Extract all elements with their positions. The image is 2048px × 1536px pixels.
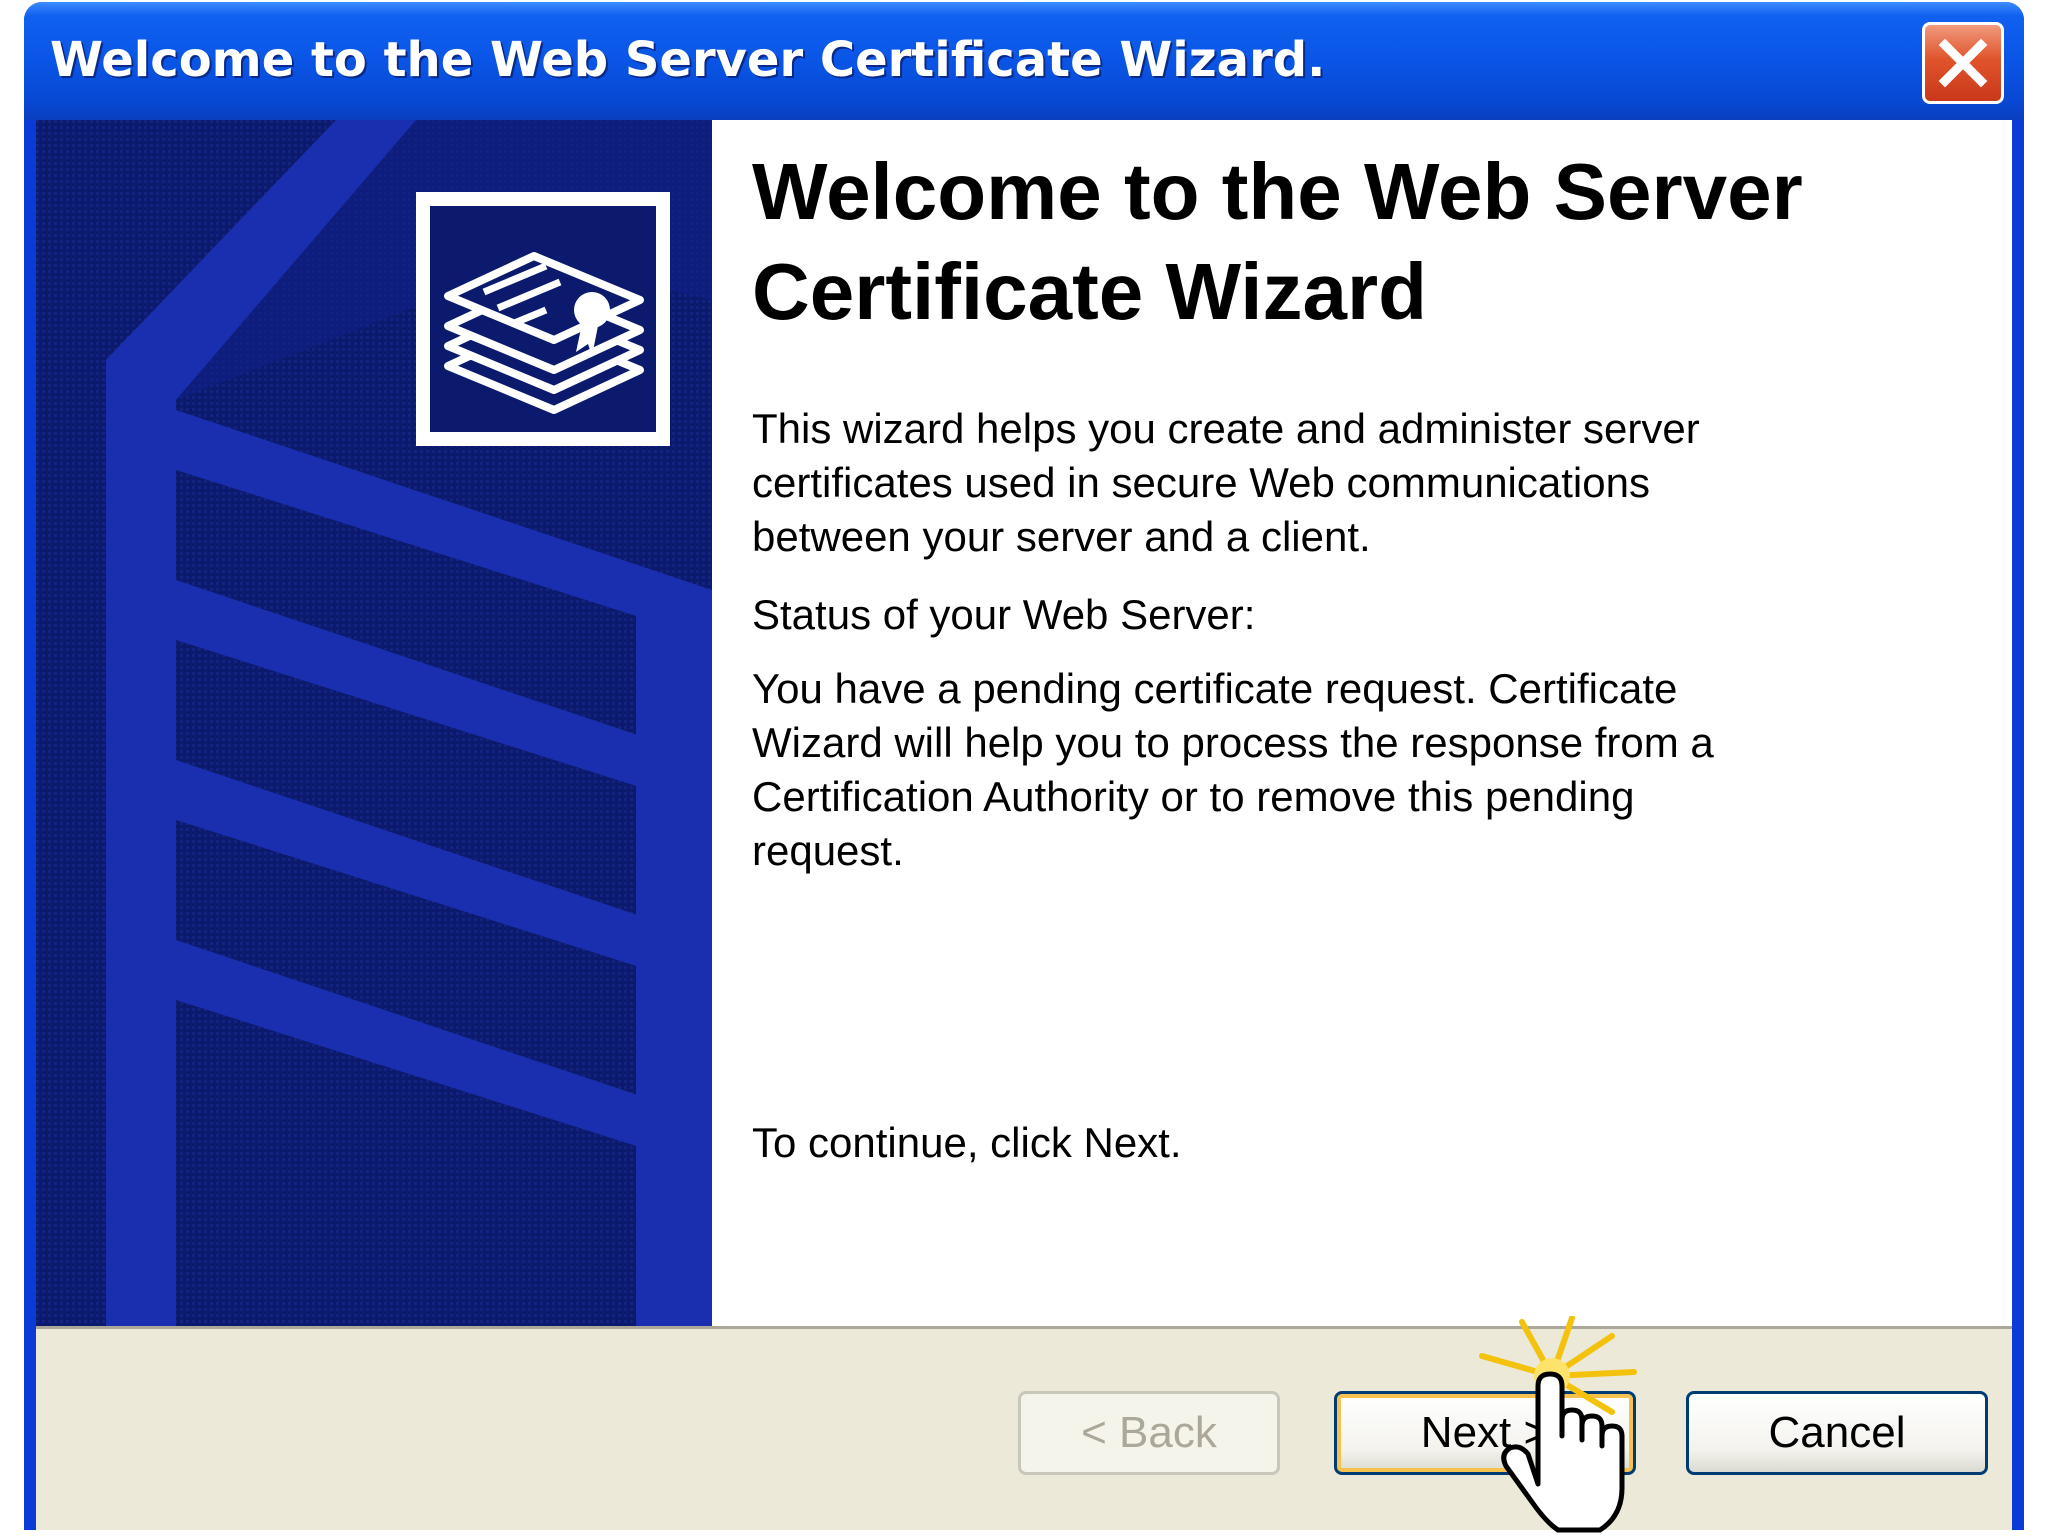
wizard-window: Welcome to the Web Server Certificate Wi… — [24, 2, 2024, 1530]
hand-pointer-icon — [1479, 1316, 1637, 1533]
back-button[interactable]: < Back — [1018, 1391, 1280, 1475]
banner-graphic — [36, 120, 712, 1326]
certificate-icon — [416, 192, 670, 446]
content-panel: Welcome to the Web Server Certificate Wi… — [712, 120, 2012, 1326]
close-icon — [1938, 38, 1988, 88]
continue-text: To continue, click Next. — [752, 1119, 1182, 1166]
status-text: You have a pending certificate request. … — [752, 665, 1714, 874]
wizard-banner — [36, 120, 712, 1326]
page-title: Welcome to the Web Server Certificate Wi… — [752, 147, 1803, 336]
window-title: Welcome to the Web Server Certificate Wi… — [50, 32, 1326, 88]
status-label: Status of your Web Server: — [752, 591, 1256, 638]
intro-text: This wizard helps you create and adminis… — [752, 405, 1700, 560]
button-bar: < Back Next > Cancel — [36, 1326, 2012, 1530]
dialog-body: Welcome to the Web Server Certificate Wi… — [36, 120, 2012, 1530]
cancel-button[interactable]: Cancel — [1686, 1391, 1988, 1475]
title-bar[interactable]: Welcome to the Web Server Certificate Wi… — [24, 2, 2024, 120]
close-button[interactable] — [1922, 22, 2004, 104]
